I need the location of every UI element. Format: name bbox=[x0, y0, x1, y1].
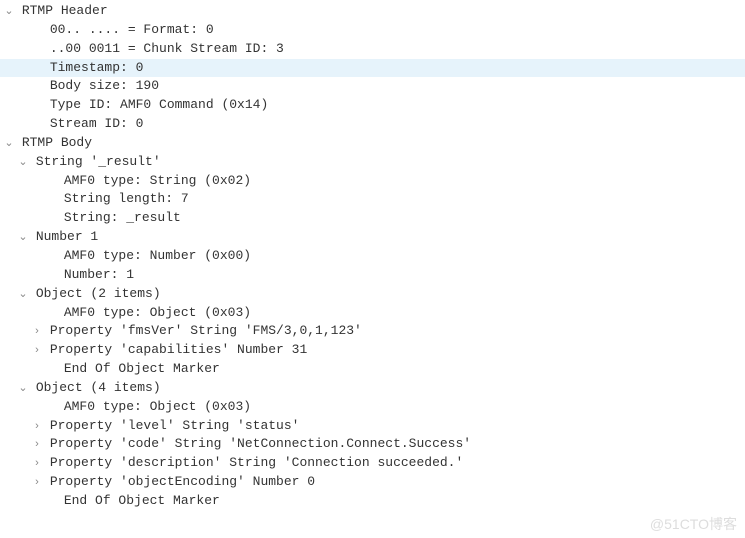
toggle-none bbox=[32, 117, 42, 133]
tree-row-label: Property 'code' String 'NetConnection.Co… bbox=[50, 436, 471, 451]
tree-row-label: 00.. .... = Format: 0 bbox=[50, 22, 214, 37]
tree-row-label: RTMP Body bbox=[22, 135, 92, 150]
toggle-none bbox=[46, 268, 56, 284]
tree-row-label: RTMP Header bbox=[22, 3, 108, 18]
toggle-none bbox=[46, 306, 56, 322]
toggle-none bbox=[46, 192, 56, 208]
chevron-down-icon[interactable]: ⌄ bbox=[18, 381, 28, 397]
tree-row[interactable]: Stream ID: 0 bbox=[0, 115, 745, 134]
tree-row-label: Body size: 190 bbox=[50, 78, 159, 93]
tree-row-label: Property 'objectEncoding' Number 0 bbox=[50, 474, 315, 489]
tree-row-label: Property 'level' String 'status' bbox=[50, 418, 300, 433]
packet-tree: ⌄ RTMP Header 00.. .... = Format: 0 ..00… bbox=[0, 2, 745, 511]
tree-row[interactable]: Timestamp: 0 bbox=[0, 59, 745, 78]
chevron-down-icon[interactable]: ⌄ bbox=[18, 230, 28, 246]
chevron-right-icon[interactable]: › bbox=[32, 343, 42, 359]
chevron-right-icon[interactable]: › bbox=[32, 437, 42, 453]
tree-row[interactable]: ⌄ Object (4 items) bbox=[0, 379, 745, 398]
tree-row-label: Stream ID: 0 bbox=[50, 116, 144, 131]
tree-row[interactable]: › Property 'capabilities' Number 31 bbox=[0, 341, 745, 360]
chevron-down-icon[interactable]: ⌄ bbox=[18, 287, 28, 303]
chevron-right-icon[interactable]: › bbox=[32, 419, 42, 435]
tree-row[interactable]: Number: 1 bbox=[0, 266, 745, 285]
tree-row[interactable]: AMF0 type: String (0x02) bbox=[0, 172, 745, 191]
tree-row-label: Object (4 items) bbox=[36, 380, 161, 395]
tree-row[interactable]: String: _result bbox=[0, 209, 745, 228]
tree-row[interactable]: String length: 7 bbox=[0, 190, 745, 209]
tree-row-label: Number: 1 bbox=[64, 267, 134, 282]
tree-row-label: AMF0 type: Object (0x03) bbox=[64, 399, 251, 414]
tree-row-label: Object (2 items) bbox=[36, 286, 161, 301]
tree-row-label: AMF0 type: Object (0x03) bbox=[64, 305, 251, 320]
chevron-down-icon[interactable]: ⌄ bbox=[18, 155, 28, 171]
toggle-none bbox=[46, 494, 56, 510]
tree-row[interactable]: AMF0 type: Object (0x03) bbox=[0, 398, 745, 417]
tree-row[interactable]: ⌄ Number 1 bbox=[0, 228, 745, 247]
tree-row-label: Property 'description' String 'Connectio… bbox=[50, 455, 463, 470]
tree-row[interactable]: › Property 'fmsVer' String 'FMS/3,0,1,12… bbox=[0, 322, 745, 341]
chevron-down-icon[interactable]: ⌄ bbox=[4, 4, 14, 20]
tree-row[interactable]: ⌄ Object (2 items) bbox=[0, 285, 745, 304]
tree-row[interactable]: AMF0 type: Number (0x00) bbox=[0, 247, 745, 266]
tree-row[interactable]: › Property 'objectEncoding' Number 0 bbox=[0, 473, 745, 492]
watermark: @51CTO博客 bbox=[650, 514, 737, 534]
tree-row[interactable]: › Property 'code' String 'NetConnection.… bbox=[0, 435, 745, 454]
tree-row[interactable]: ⌄ RTMP Header bbox=[0, 2, 745, 21]
tree-row-label: End Of Object Marker bbox=[64, 493, 220, 508]
chevron-right-icon[interactable]: › bbox=[32, 475, 42, 491]
tree-row-label: Property 'capabilities' Number 31 bbox=[50, 342, 307, 357]
tree-row[interactable]: End Of Object Marker bbox=[0, 360, 745, 379]
tree-row[interactable]: Type ID: AMF0 Command (0x14) bbox=[0, 96, 745, 115]
tree-row[interactable]: › Property 'level' String 'status' bbox=[0, 417, 745, 436]
tree-row-label: Number 1 bbox=[36, 229, 98, 244]
tree-row-label: String '_result' bbox=[36, 154, 161, 169]
chevron-right-icon[interactable]: › bbox=[32, 456, 42, 472]
tree-row-label: String: _result bbox=[64, 210, 181, 225]
tree-row[interactable]: ⌄ String '_result' bbox=[0, 153, 745, 172]
tree-row[interactable]: ⌄ RTMP Body bbox=[0, 134, 745, 153]
toggle-none bbox=[46, 211, 56, 227]
tree-row[interactable]: End Of Object Marker bbox=[0, 492, 745, 511]
toggle-none bbox=[32, 98, 42, 114]
tree-row-label: Timestamp: 0 bbox=[50, 60, 144, 75]
tree-row[interactable]: › Property 'description' String 'Connect… bbox=[0, 454, 745, 473]
tree-row-label: ..00 0011 = Chunk Stream ID: 3 bbox=[50, 41, 284, 56]
tree-row[interactable]: Body size: 190 bbox=[0, 77, 745, 96]
chevron-down-icon[interactable]: ⌄ bbox=[4, 136, 14, 152]
tree-row[interactable]: ..00 0011 = Chunk Stream ID: 3 bbox=[0, 40, 745, 59]
chevron-right-icon[interactable]: › bbox=[32, 324, 42, 340]
tree-row-label: End Of Object Marker bbox=[64, 361, 220, 376]
tree-row[interactable]: AMF0 type: Object (0x03) bbox=[0, 304, 745, 323]
toggle-none bbox=[46, 400, 56, 416]
tree-row-label: AMF0 type: Number (0x00) bbox=[64, 248, 251, 263]
tree-row-label: Type ID: AMF0 Command (0x14) bbox=[50, 97, 268, 112]
toggle-none bbox=[32, 42, 42, 58]
tree-row-label: Property 'fmsVer' String 'FMS/3,0,1,123' bbox=[50, 323, 362, 338]
tree-row-label: AMF0 type: String (0x02) bbox=[64, 173, 251, 188]
toggle-none bbox=[46, 362, 56, 378]
toggle-none bbox=[32, 61, 42, 77]
tree-row[interactable]: 00.. .... = Format: 0 bbox=[0, 21, 745, 40]
toggle-none bbox=[32, 23, 42, 39]
tree-row-label: String length: 7 bbox=[64, 191, 189, 206]
toggle-none bbox=[46, 249, 56, 265]
toggle-none bbox=[32, 79, 42, 95]
toggle-none bbox=[46, 174, 56, 190]
